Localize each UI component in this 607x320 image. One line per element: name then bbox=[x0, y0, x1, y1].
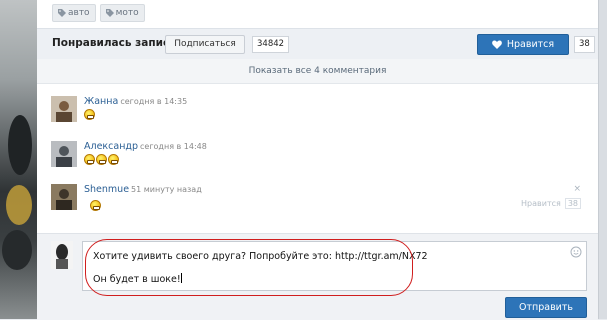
page-scroll-edge bbox=[598, 0, 607, 319]
like-bar: Понравилась запись? Подписаться 34842 Нр… bbox=[37, 28, 598, 60]
delete-comment-icon[interactable]: × bbox=[573, 184, 581, 194]
comment-input-line-2: Он будет в шоке! bbox=[93, 273, 182, 285]
comment-body bbox=[84, 109, 95, 120]
comment-author[interactable]: Жанна bbox=[84, 96, 118, 107]
comment-item: Жанна сегодня в 14:35 bbox=[51, 96, 581, 128]
show-all-comments-link[interactable]: Показать все 4 комментария bbox=[37, 59, 598, 84]
grin-smiley-icon bbox=[108, 154, 119, 165]
subscribe-button[interactable]: Подписаться bbox=[165, 35, 245, 54]
comment-like-label: Нравится bbox=[521, 199, 561, 208]
tag-label: мото bbox=[115, 8, 139, 18]
like-button[interactable]: Нравится bbox=[477, 34, 569, 55]
like-count: 38 bbox=[574, 36, 595, 53]
tag-moto[interactable]: мото bbox=[99, 4, 145, 22]
comment-input[interactable]: Хотите удивить своего друга? Попробуйте … bbox=[82, 241, 587, 291]
avatar[interactable] bbox=[51, 96, 77, 122]
heart-icon bbox=[492, 40, 502, 49]
comment-like-count: 38 bbox=[564, 198, 581, 209]
post-panel: авто мото Понравилась запись? Подписатьс… bbox=[37, 0, 598, 320]
background-photo bbox=[0, 0, 37, 319]
comment-author[interactable]: Shenmue bbox=[84, 184, 129, 195]
text-caret bbox=[180, 273, 182, 283]
grin-smiley-icon bbox=[84, 109, 95, 120]
comment-body bbox=[90, 200, 101, 211]
comment-time[interactable]: сегодня в 14:48 bbox=[140, 142, 207, 151]
emoji-picker-icon[interactable] bbox=[570, 246, 582, 258]
comment-item: Александр сегодня в 14:48 bbox=[51, 141, 581, 173]
avatar[interactable] bbox=[51, 184, 77, 210]
comment-like-button[interactable]: Нравится 38 bbox=[521, 198, 581, 209]
tag-icon bbox=[58, 9, 66, 17]
comment-time[interactable]: 51 минуту назад bbox=[131, 185, 202, 194]
avatar[interactable] bbox=[51, 241, 73, 269]
grin-smiley-icon bbox=[84, 154, 95, 165]
tag-list: авто мото bbox=[52, 4, 145, 22]
comment-author[interactable]: Александр bbox=[84, 141, 138, 152]
send-button[interactable]: Отправить bbox=[505, 297, 587, 318]
comment-item: Shenmue 51 минуту назад × Нравится 38 bbox=[51, 184, 581, 216]
grin-smiley-icon bbox=[96, 154, 107, 165]
like-question: Понравилась запись? bbox=[52, 37, 182, 49]
comment-time[interactable]: сегодня в 14:35 bbox=[120, 97, 187, 106]
like-label: Нравится bbox=[506, 39, 555, 50]
subscribers-count: 34842 bbox=[252, 36, 290, 53]
tongue-smiley-icon bbox=[90, 200, 101, 211]
comment-body bbox=[84, 154, 119, 165]
comment-input-line-1: Хотите удивить своего друга? Попробуйте … bbox=[93, 251, 428, 262]
tag-auto[interactable]: авто bbox=[52, 4, 96, 22]
comment-input-line-2-text: Он будет в шоке! bbox=[93, 274, 181, 285]
avatar[interactable] bbox=[51, 141, 77, 167]
tag-label: авто bbox=[68, 8, 90, 18]
tag-icon bbox=[105, 9, 114, 17]
comment-composer: Хотите удивить своего друга? Попробуйте … bbox=[37, 233, 598, 320]
